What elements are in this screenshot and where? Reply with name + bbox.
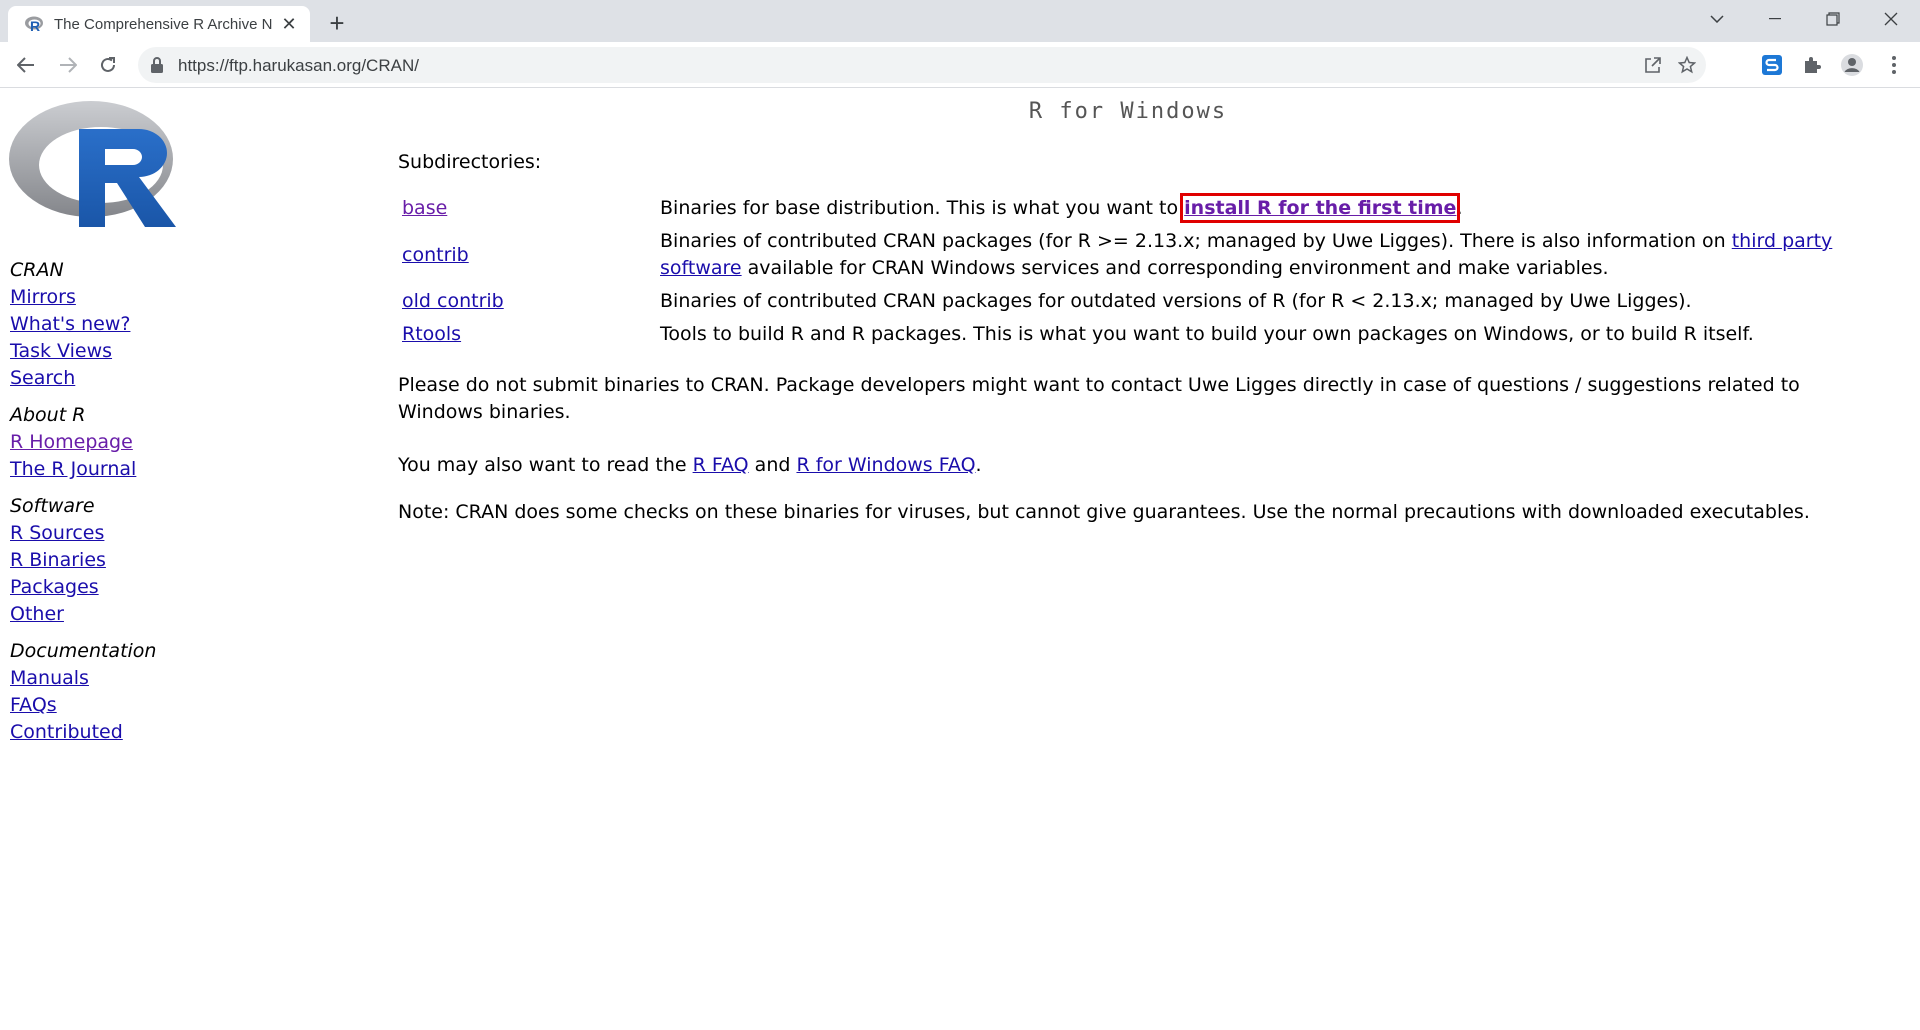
sidebar-group-software: Software R Sources R Binaries Packages O… (10, 493, 310, 628)
faq-text: You may also want to read the (398, 454, 693, 476)
subdir-desc-contrib: Binaries of contributed CRAN packages (f… (660, 228, 1858, 282)
sidebar-link-r-homepage[interactable]: R Homepage (10, 429, 133, 456)
sidebar: CRAN Mirrors What's new? Task Views Sear… (10, 257, 310, 756)
chevron-down-icon (1710, 15, 1724, 23)
sidebar-heading: Software (10, 495, 95, 517)
tab-strip: R The Comprehensive R Archive N ✕ + (0, 0, 1920, 42)
reload-button[interactable] (92, 49, 124, 81)
arrow-right-icon (60, 57, 77, 73)
kebab-menu-icon (1892, 56, 1896, 74)
sidebar-group-documentation: Documentation Manuals FAQs Contributed (10, 638, 310, 746)
sidebar-link-other[interactable]: Other (10, 601, 64, 628)
browser-tab[interactable]: R The Comprehensive R Archive N ✕ (8, 6, 310, 42)
subdir-desc-base: Binaries for base distribution. This is … (660, 193, 1858, 223)
profile-button[interactable] (1838, 51, 1866, 79)
sidebar-link-whats-new[interactable]: What's new? (10, 311, 130, 338)
desc-text: Binaries of contributed CRAN packages (f… (660, 230, 1732, 252)
bookmark-button[interactable] (1676, 54, 1698, 76)
faq-text: . (975, 454, 982, 476)
window-controls (1688, 0, 1920, 38)
url-text: https://ftp.harukasan.org/CRAN/ (178, 56, 419, 75)
sidebar-link-r-sources[interactable]: R Sources (10, 520, 104, 547)
restore-icon (1826, 12, 1840, 26)
binaries-notice: Please do not submit binaries to CRAN. P… (398, 374, 1800, 423)
browser-toolbar: https://ftp.harukasan.org/CRAN/ (0, 42, 1920, 88)
r-logo[interactable] (9, 99, 177, 229)
desc-text: Binaries for base distribution. This is … (660, 197, 1185, 219)
star-icon (1678, 56, 1696, 74)
subdir-desc-rtools: Tools to build R and R packages. This is… (660, 323, 1754, 345)
address-bar[interactable]: https://ftp.harukasan.org/CRAN/ (138, 47, 1706, 83)
subdir-row-rtools: Rtools Tools to build R and R packages. … (398, 321, 1858, 348)
subdirectories-label: Subdirectories: (398, 151, 542, 173)
desc-text: . (1456, 197, 1463, 219)
extension-button[interactable] (1758, 51, 1786, 79)
minimize-icon (1769, 18, 1781, 20)
subdirectory-table: base Binaries for base distribution. Thi… (398, 193, 1858, 354)
back-button[interactable] (10, 49, 42, 81)
close-window-button[interactable] (1862, 0, 1920, 38)
desc-text: available for CRAN Windows services and … (741, 257, 1609, 279)
subdir-link-contrib[interactable]: contrib (402, 244, 469, 266)
close-icon (1884, 12, 1898, 26)
sidebar-group-about: About R R Homepage The R Journal (10, 402, 310, 483)
sidebar-heading: About R (10, 404, 86, 426)
install-r-first-time-link[interactable]: install R for the first time (1180, 193, 1461, 223)
svg-text:R: R (30, 18, 40, 33)
sidebar-heading: CRAN (10, 259, 64, 281)
subdir-link-old-contrib[interactable]: old contrib (402, 290, 504, 312)
tab-search-button[interactable] (1688, 0, 1746, 38)
menu-button[interactable] (1880, 51, 1908, 79)
sidebar-heading: Documentation (10, 640, 157, 662)
share-button[interactable] (1642, 54, 1664, 76)
extension-s-icon (1762, 55, 1782, 75)
sidebar-link-search[interactable]: Search (10, 365, 75, 392)
r-windows-faq-link[interactable]: R for Windows FAQ (796, 454, 975, 476)
r-faq-link[interactable]: R FAQ (693, 454, 749, 476)
avatar-icon (1841, 54, 1863, 76)
share-icon (1645, 57, 1661, 73)
sidebar-link-r-journal[interactable]: The R Journal (10, 456, 136, 483)
faq-paragraph: You may also want to read the R FAQ and … (398, 452, 1858, 479)
page-content: CRAN Mirrors What's new? Task Views Sear… (0, 89, 1920, 1030)
sidebar-link-mirrors[interactable]: Mirrors (10, 284, 76, 311)
subdir-row-old-contrib: old contrib Binaries of contributed CRAN… (398, 288, 1858, 315)
subdir-link-rtools[interactable]: Rtools (402, 323, 461, 345)
forward-button[interactable] (52, 49, 84, 81)
arrow-left-icon (17, 57, 34, 73)
subdir-row-contrib: contrib Binaries of contributed CRAN pac… (398, 228, 1858, 282)
sidebar-link-manuals[interactable]: Manuals (10, 665, 89, 692)
sidebar-link-contributed[interactable]: Contributed (10, 719, 123, 746)
new-tab-button[interactable]: + (322, 8, 352, 38)
close-tab-icon[interactable]: ✕ (278, 13, 300, 35)
sidebar-link-faqs[interactable]: FAQs (10, 692, 57, 719)
sidebar-link-r-binaries[interactable]: R Binaries (10, 547, 106, 574)
sidebar-link-task-views[interactable]: Task Views (10, 338, 112, 365)
extensions-button[interactable] (1798, 51, 1826, 79)
page-title: R for Windows (1028, 99, 1228, 124)
r-logo-icon: R (25, 16, 43, 33)
faq-text: and (748, 454, 797, 476)
minimize-button[interactable] (1746, 0, 1804, 38)
restore-button[interactable] (1804, 0, 1862, 38)
puzzle-icon (1805, 57, 1821, 73)
sidebar-link-packages[interactable]: Packages (10, 574, 99, 601)
tab-title: The Comprehensive R Archive N (54, 15, 273, 33)
subdir-row-base: base Binaries for base distribution. Thi… (398, 193, 1858, 223)
subdir-desc-old-contrib: Binaries of contributed CRAN packages fo… (660, 290, 1692, 312)
reload-icon (101, 57, 115, 72)
sidebar-group-cran: CRAN Mirrors What's new? Task Views Sear… (10, 257, 310, 392)
subdir-link-base[interactable]: base (402, 197, 447, 219)
lock-icon (151, 57, 163, 73)
virus-note: Note: CRAN does some checks on these bin… (398, 501, 1810, 523)
